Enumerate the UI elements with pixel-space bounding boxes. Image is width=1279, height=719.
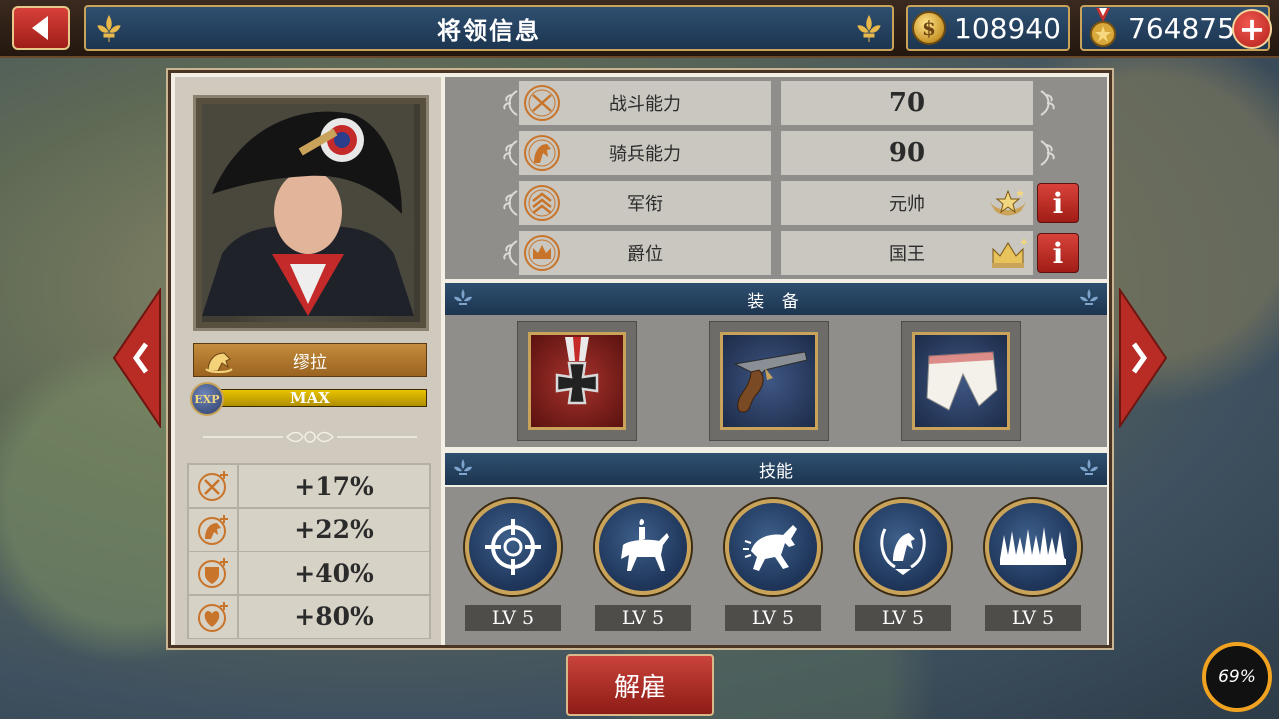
king-crown-icon (992, 239, 1027, 268)
skill-level: LV 5 (855, 605, 951, 631)
rank-info-button[interactable]: i (1037, 183, 1079, 223)
skill-item[interactable]: LV 5 (985, 499, 1081, 631)
fleur-de-lis-icon (454, 459, 472, 475)
title-bar: 将领信息 (84, 5, 894, 51)
crossed-swords-icon (524, 85, 560, 121)
laurel-sprig-icon (1040, 140, 1055, 166)
skill-item[interactable]: LV 5 (855, 499, 951, 631)
fleur-de-lis-icon (1080, 289, 1098, 305)
previous-general-arrow-icon[interactable] (112, 288, 162, 428)
back-button[interactable] (12, 6, 70, 50)
performance-gauge: 69% (1202, 642, 1272, 712)
ornamental-divider-icon (203, 431, 417, 443)
laurel-sprig-icon (503, 140, 518, 166)
general-portrait (202, 104, 420, 322)
horse-head-icon (524, 135, 560, 171)
skills-header: 技能 (445, 453, 1107, 485)
medal-amount: 764875 (1128, 11, 1235, 45)
bonus-value: +40% (239, 552, 429, 594)
equipment-header: 装 备 (445, 283, 1107, 315)
back-arrow-icon (32, 16, 48, 40)
fleur-de-lis-icon (454, 289, 472, 305)
skill-item[interactable]: LV 5 (595, 499, 691, 631)
fleur-de-lis-icon (857, 14, 881, 42)
stat-row-title: 爵位 国王 i (445, 229, 1107, 277)
medal-icon (1090, 8, 1116, 47)
bonus-row: +80% (189, 595, 429, 638)
gold-amount: 108940 (954, 11, 1061, 45)
equipment-slot-pistol[interactable] (709, 321, 829, 441)
skill-level: LV 5 (725, 605, 821, 631)
equipment-slot-medal[interactable] (517, 321, 637, 441)
gold-coin-icon: $ (912, 11, 946, 45)
laurel-sprig-icon (503, 190, 518, 216)
exp-value: MAX (290, 389, 330, 407)
skills-title: 技能 (759, 461, 793, 482)
gold-counter: $ 108940 (906, 5, 1070, 51)
skill-level: LV 5 (985, 605, 1081, 631)
flintlock-pistol-icon (733, 351, 808, 413)
stat-row-cavalry: 骑兵能力 90 (445, 129, 1107, 177)
skill-item[interactable]: LV 5 (725, 499, 821, 631)
crown-icon (524, 235, 560, 271)
exp-bar: EXP MAX (190, 382, 427, 416)
shield-plus-icon (189, 552, 237, 594)
add-currency-button[interactable]: + (1232, 9, 1272, 49)
top-bar: 将领信息 $ 108940 764875 + (0, 0, 1279, 58)
skill-level: LV 5 (595, 605, 691, 631)
next-general-arrow-icon[interactable] (1118, 288, 1168, 428)
skill-item[interactable]: LV 5 (465, 499, 561, 631)
general-name-bar: 缪拉 (193, 343, 427, 377)
general-profile: 缪拉 EXP MAX +17% +22% +40% +80% (175, 77, 441, 645)
laurel-sprig-icon (503, 240, 518, 266)
stat-row-rank: 军衔 元帅 i (445, 179, 1107, 227)
medal-counter: 764875 + (1080, 5, 1272, 51)
bonus-table: +17% +22% +40% +80% (187, 463, 431, 639)
bonus-value: +80% (239, 595, 429, 638)
heart-plus-icon (189, 595, 237, 638)
fleur-de-lis-icon (1080, 459, 1098, 475)
stat-row-combat: 战斗能力 70 (445, 79, 1107, 127)
equipment-slots (445, 315, 1107, 447)
general-name: 缪拉 (293, 352, 327, 373)
stats-section: 战斗能力 70 骑兵能力 90 军衔 元帅 i 爵位 国王 i (445, 77, 1107, 279)
skills-list: LV 5 LV 5 LV 5 LV 5 LV 5 (445, 487, 1107, 645)
equipment-slot-trousers[interactable] (901, 321, 1021, 441)
bonus-row: +22% (189, 508, 429, 551)
page-title: 将领信息 (437, 16, 541, 45)
chevron-rank-icon (524, 185, 560, 221)
general-details: 战斗能力 70 骑兵能力 90 军衔 元帅 i 爵位 国王 i 装 备 技能 L… (445, 77, 1107, 645)
bonus-value: +22% (239, 508, 429, 551)
mounted-rider-icon (621, 519, 669, 571)
horse-rank-icon (205, 352, 233, 373)
crosshair-icon (485, 519, 541, 575)
marshal-stars-icon (989, 189, 1027, 216)
iron-cross-medal-icon (555, 337, 599, 405)
bonus-row: +17% (189, 465, 429, 507)
portrait-frame (193, 95, 429, 331)
general-info-panel: 缪拉 EXP MAX +17% +22% +40% +80% 战斗能力 70 骑… (168, 70, 1112, 648)
equipment-title: 装 备 (747, 291, 805, 312)
fleur-de-lis-icon (97, 14, 121, 42)
white-trousers-icon (926, 351, 998, 411)
stat-value: 70 (781, 81, 1033, 125)
bonus-value: +17% (239, 465, 429, 507)
horse-laurel-icon (880, 528, 926, 575)
general-portrait-image (202, 104, 414, 316)
horse-plus-icon (189, 508, 237, 551)
bonus-row: +40% (189, 552, 429, 594)
skill-level: LV 5 (465, 605, 561, 631)
title-info-button[interactable]: i (1037, 233, 1079, 273)
laurel-sprig-icon (1040, 90, 1055, 116)
laurel-sprig-icon (503, 90, 518, 116)
dismiss-button[interactable]: 解雇 (566, 654, 714, 716)
charging-cavalry-icon (743, 525, 797, 571)
stat-value: 90 (781, 131, 1033, 175)
spike-wall-icon (1000, 527, 1066, 565)
swords-plus-icon (189, 465, 237, 507)
